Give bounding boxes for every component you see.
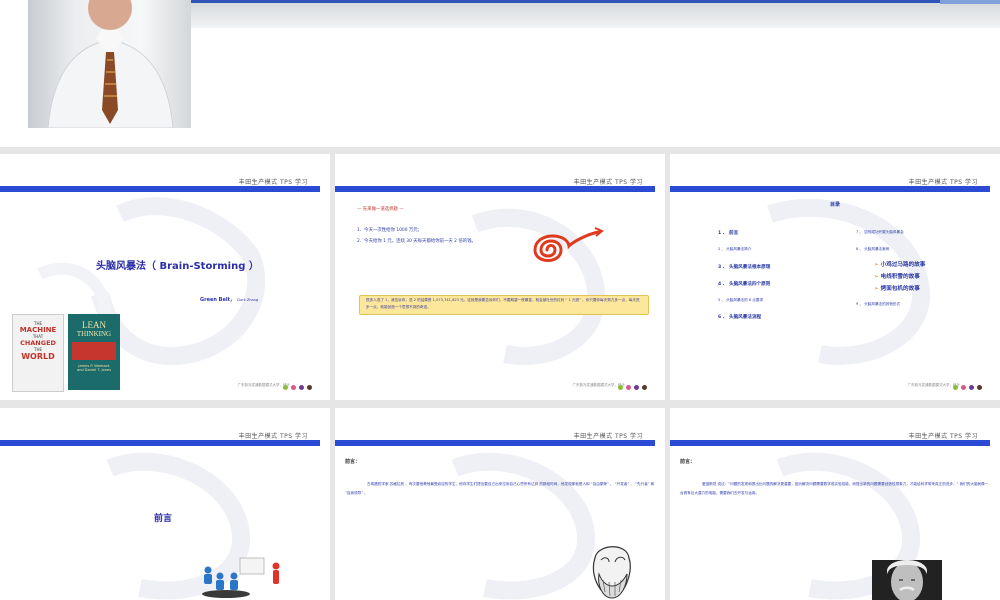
footer-dots bbox=[953, 385, 982, 390]
dot-green bbox=[953, 385, 958, 390]
slide-thumbnail-preface[interactable]: 丰田生产模式 TPS 学习 前言 bbox=[0, 408, 330, 600]
book-cover-machine: THE MACHINE THAT CHANGED THE WORLD bbox=[12, 314, 64, 392]
slide-header-text: 丰田生产模式 TPS 学习 bbox=[908, 179, 978, 186]
slide-header-bar bbox=[0, 440, 320, 446]
slide-thumbnail-einstein[interactable]: 丰田生产模式 TPS 学习 前言： 爱因斯坦 说过：“问题的发现和提出比问题的解… bbox=[670, 408, 1000, 600]
toc-item: 5 、 头脑风暴法的 8 点要求 bbox=[718, 298, 764, 302]
dot-brown bbox=[307, 385, 312, 390]
slide-header-text: 丰田生产模式 TPS 学习 bbox=[908, 433, 978, 440]
arrow-icon: ➢ bbox=[874, 286, 879, 292]
dot-pink bbox=[626, 385, 631, 390]
slide-header-bar bbox=[670, 440, 990, 446]
dot-brown bbox=[977, 385, 982, 390]
author-label: Green Belt， bbox=[200, 297, 235, 303]
book2-author: and Daniel T. Jones bbox=[76, 368, 112, 372]
slide-title: 头脑风暴法（ Brain-Storming ） bbox=[96, 261, 259, 272]
top-partial-slide bbox=[0, 0, 1000, 147]
book1-line: MACHINE bbox=[19, 326, 57, 334]
toc-item: 4 、 头脑风暴法四个原则 bbox=[718, 282, 771, 287]
slide-thumbnail-question[interactable]: 丰田生产模式 TPS 学习 — 先来做一道选择题 — 1．今天一次性给你 100… bbox=[335, 154, 665, 400]
arrow-icon: ➢ bbox=[874, 262, 879, 268]
dot-green bbox=[618, 385, 623, 390]
toc-subitem-label: 烤面包机的故事 bbox=[880, 286, 920, 292]
option-1: 1．今天一次性给你 1000 万元； bbox=[357, 228, 423, 233]
dot-pink bbox=[291, 385, 296, 390]
question-intro: — 先来做一道选择题 — bbox=[357, 207, 404, 212]
dot-purple bbox=[634, 385, 639, 390]
toc-subitem: ➢ 电线积雪的故事 bbox=[874, 272, 920, 280]
footer-dots bbox=[283, 385, 312, 390]
slide-header-text: 丰田生产模式 TPS 学习 bbox=[573, 433, 643, 440]
slide-header-text: 丰田生产模式 TPS 学习 bbox=[238, 433, 308, 440]
answer-box: 很多人选了 1，我告诉你，选 2 的结果是 1,073,741,823 元。这就… bbox=[359, 295, 649, 315]
slide-thumbnail-toc[interactable]: 丰田生产模式 TPS 学习 目录 1 、 前言 2 、 头脑风暴法简介 3 、 … bbox=[670, 154, 1000, 400]
toc-subitem: ➢ 小鸡过马路的故事 bbox=[874, 260, 925, 268]
top-slide-header-band bbox=[190, 0, 1000, 28]
book2-line: LEAN bbox=[82, 320, 106, 330]
dot-purple bbox=[299, 385, 304, 390]
option-2: 2．今天给你 1 元，连续 30 天每天都给你前一天 2 倍的钱。 bbox=[357, 239, 476, 244]
slide-header-text: 丰田生产模式 TPS 学习 bbox=[238, 179, 308, 186]
dot-purple bbox=[969, 385, 974, 390]
slide-header-bar bbox=[335, 440, 655, 446]
arrow-icon: ➢ bbox=[874, 274, 879, 280]
toc-item: 6 、 头脑风暴法流程 bbox=[718, 315, 762, 320]
toc-item: 7 、 如何成功开展头脑风暴会 bbox=[856, 230, 904, 234]
toc-item: 9 、 头脑风暴法的其他形式 bbox=[856, 302, 901, 306]
spiral-arrow-icon bbox=[533, 227, 604, 262]
slide-title: 前言 bbox=[154, 514, 173, 524]
toc-item: 3 、 头脑风暴法根本原理 bbox=[718, 265, 771, 270]
book2-line: THINKING bbox=[76, 330, 112, 338]
slide-header-bar bbox=[0, 186, 320, 192]
presenter-photo bbox=[28, 0, 191, 128]
einstein-photo bbox=[872, 560, 942, 600]
slide-header-text: 丰田生产模式 TPS 学习 bbox=[573, 179, 643, 186]
dot-brown bbox=[642, 385, 647, 390]
preface-paragraph: 古希腊哲学家 苏格拉底 ，有次要他教他最受欢迎的学生，他向学生们提出要自己出来拉… bbox=[345, 482, 655, 495]
toc-item: 8 、 头脑风暴法案例 bbox=[856, 247, 890, 251]
toc-item: 2 、 头脑风暴法简介 bbox=[718, 247, 752, 251]
book-cover-lean-thinking: LEAN THINKING James P. Womack and Daniel… bbox=[68, 314, 120, 390]
book1-line: WORLD bbox=[21, 352, 55, 361]
toc-item: 1 、 前言 bbox=[718, 231, 739, 236]
socrates-portrait bbox=[592, 546, 631, 599]
slide-header-bar bbox=[670, 186, 990, 192]
author-name: Clark Zhang bbox=[236, 298, 259, 302]
preface-label: 前言： bbox=[345, 459, 361, 465]
footer-dots bbox=[618, 385, 647, 390]
author-line: Green Belt， Clark Zhang bbox=[200, 296, 258, 303]
toc-title: 目录 bbox=[830, 202, 841, 208]
slide-thumbnail-socrates[interactable]: 丰田生产模式 TPS 学习 前言： 古希腊哲学家 苏格拉底 ，有次要他教他最受欢… bbox=[335, 408, 665, 600]
preface-paragraph: 爱因斯坦 说过：“问题的发现和提出比问题的解决更重要，因为解决问题需要数学或实验… bbox=[680, 482, 989, 495]
toc-subitem-label: 小鸡过马路的故事 bbox=[880, 262, 926, 268]
dot-green bbox=[283, 385, 288, 390]
slide-thumbnail-title[interactable]: 丰田生产模式 TPS 学习 头脑风暴法（ Brain-Storming ） Gr… bbox=[0, 154, 330, 400]
slide-header-bar bbox=[335, 186, 655, 192]
preface-label: 前言： bbox=[680, 459, 696, 465]
team-meeting-icon bbox=[202, 557, 280, 598]
dot-pink bbox=[961, 385, 966, 390]
toc-subitem-label: 电线积雪的故事 bbox=[880, 274, 920, 280]
book1-line: CHANGED bbox=[20, 339, 56, 347]
toc-subitem: ➢ 烤面包机的故事 bbox=[874, 284, 920, 292]
